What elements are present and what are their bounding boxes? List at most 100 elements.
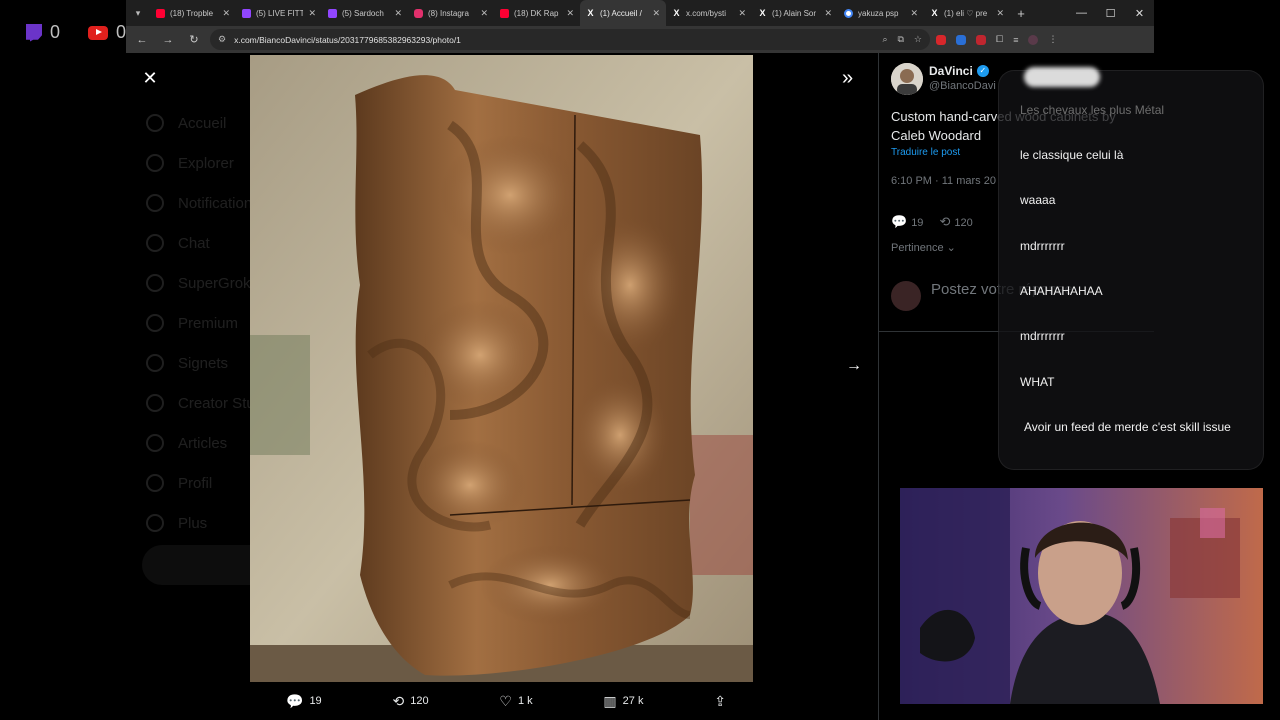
tab-search-button[interactable]: ▾: [126, 0, 150, 26]
media-icon[interactable]: ≡: [1013, 35, 1018, 45]
chat-message: Avoir un feed de merde c'est skill issue: [1024, 420, 1231, 434]
forward-icon[interactable]: →: [158, 34, 178, 46]
wood-cabinet-image: [250, 55, 753, 682]
collapse-panel-icon[interactable]: »: [842, 67, 853, 90]
user-avatar: [891, 281, 921, 311]
chat-message: waaaa: [1020, 193, 1056, 207]
browser-tab-active[interactable]: X (1) Accueil / ✕: [580, 0, 666, 26]
chat-header-pill: [1024, 67, 1100, 87]
share-icon: ⇪: [714, 692, 726, 709]
close-tab-icon[interactable]: ✕: [222, 8, 230, 19]
author-portrait-image: [891, 63, 923, 95]
repost-count[interactable]: ⟲ 120: [939, 214, 972, 230]
browser-tab[interactable]: yakuza psp ✕: [838, 0, 924, 26]
browser-tab[interactable]: (5) Sardoch ✕: [322, 0, 408, 26]
close-tab-icon[interactable]: ✕: [996, 8, 1004, 19]
pdf-extension-icon[interactable]: [936, 34, 946, 45]
close-tab-icon[interactable]: ✕: [652, 8, 660, 19]
instagram-favicon-icon: [414, 8, 423, 18]
youtube-favicon-icon: [156, 8, 165, 18]
site-info-icon[interactable]: ⚙: [218, 34, 226, 45]
chat-message: WHAT: [1020, 375, 1055, 389]
close-tab-icon[interactable]: ✕: [480, 8, 488, 19]
profile-icon: [146, 474, 164, 492]
youtube-icon: [88, 25, 109, 40]
browser-tab[interactable]: Xx.com/bysti ✕: [666, 0, 752, 26]
close-tab-icon[interactable]: ✕: [824, 8, 832, 19]
photo-action-bar: 💬 19 ⟲ 120 ♡ 1 k ▥ 27 k ⇪: [286, 689, 726, 713]
zoom-icon[interactable]: ⌕: [882, 34, 887, 45]
more-icon: [146, 514, 164, 532]
close-tab-icon[interactable]: ✕: [910, 8, 918, 19]
chat-message: mdrrrrrrr: [1020, 329, 1065, 343]
bookmark-star-icon[interactable]: ☆: [914, 34, 922, 45]
bell-icon: [146, 194, 164, 212]
next-photo-arrow-icon[interactable]: →: [846, 357, 862, 375]
back-icon[interactable]: ←: [132, 34, 152, 46]
chat-message: AHAHAHAHAA: [1020, 284, 1103, 298]
chat-message: mdrrrrrrr: [1020, 239, 1065, 253]
youtube-viewer-counter: 0: [88, 22, 126, 43]
reload-icon[interactable]: ↻: [184, 33, 204, 46]
stream-counters: 0 0: [26, 22, 126, 43]
reply-button[interactable]: 💬 19: [286, 693, 322, 710]
minimize-icon[interactable]: —: [1067, 7, 1096, 20]
new-tab-button[interactable]: +: [1010, 6, 1032, 21]
chat-message-faded: Les chevaux les plus Métal: [1020, 103, 1165, 117]
close-tab-icon[interactable]: ✕: [308, 8, 316, 19]
stream-chat-overlay: Les chevaux les plus Métal le classique …: [998, 67, 1264, 470]
close-icon[interactable]: ✕: [140, 68, 160, 89]
reply-count[interactable]: 💬 19: [891, 214, 923, 230]
reply-icon: 💬: [286, 692, 304, 709]
chat-message: le classique celui là: [1020, 148, 1124, 162]
explore-icon: [146, 154, 164, 172]
repost-icon: ⟲: [939, 214, 951, 229]
browser-tab[interactable]: X (1) eli ♡ pre ✕: [924, 0, 1010, 26]
repost-button[interactable]: ⟲ 120: [392, 693, 428, 710]
extensions-area: ⧠ ≡ ⋮: [936, 34, 1057, 45]
like-button[interactable]: ♡ 1 k: [499, 693, 532, 710]
maximize-icon[interactable]: ☐: [1096, 7, 1125, 20]
post-stats: 💬 19 ⟲ 120: [891, 214, 973, 230]
google-favicon-icon: [844, 8, 853, 18]
articles-icon: [146, 434, 164, 452]
profile-avatar[interactable]: [1028, 34, 1039, 45]
close-tab-icon[interactable]: ✕: [566, 8, 574, 19]
author-name[interactable]: DaVinci ✓: [929, 64, 989, 78]
close-tab-icon[interactable]: ✕: [394, 8, 402, 19]
premium-icon: [146, 314, 164, 332]
puzzle-icon[interactable]: ⧠: [996, 34, 1003, 45]
close-tab-icon[interactable]: ✕: [738, 8, 746, 19]
post-photo[interactable]: [250, 55, 753, 682]
address-bar[interactable]: ⚙ x.com/BiancoDavinci/status/20317796853…: [210, 29, 930, 50]
extension-icon[interactable]: [976, 34, 986, 45]
bookmark-icon: [146, 354, 164, 372]
creator-icon: [146, 394, 164, 412]
extension-icon[interactable]: [956, 34, 966, 45]
browser-tab[interactable]: (18) Tropble ✕: [150, 0, 236, 26]
verified-badge-icon: ✓: [976, 65, 989, 77]
author-avatar[interactable]: [891, 63, 923, 95]
sort-dropdown[interactable]: Pertinence ⌄: [891, 241, 956, 254]
screen: 0 0 ▾ (18) Tropble ✕ (5) LIVE FITT ✕ (5) S…: [0, 0, 1280, 720]
author-handle[interactable]: @BiancoDavi: [929, 80, 996, 92]
views-chart-icon: ▥: [603, 692, 617, 709]
install-icon[interactable]: ⧉: [897, 34, 903, 45]
browser-tab[interactable]: (18) DK Rap ✕: [494, 0, 580, 26]
post-timestamp[interactable]: 6:10 PM · 11 mars 20: [891, 175, 996, 187]
twitch-icon: [26, 23, 42, 42]
streamer-webcam-image: [900, 488, 1263, 704]
x-favicon-icon: X: [759, 7, 766, 18]
tab-strip: ▾ (18) Tropble ✕ (5) LIVE FITT ✕ (5) Sardo…: [126, 0, 1154, 26]
translate-link[interactable]: Traduire le post: [891, 147, 960, 158]
views-button[interactable]: ▥ 27 k: [603, 693, 643, 710]
browser-tab[interactable]: (5) LIVE FITT ✕: [236, 0, 322, 26]
browser-tab[interactable]: (8) Instagra ✕: [408, 0, 494, 26]
heart-icon: ♡: [499, 692, 512, 709]
window-controls: — ☐ ✕: [1067, 7, 1154, 20]
menu-kebab-icon[interactable]: ⋮: [1048, 34, 1057, 45]
x-favicon-icon: X: [587, 7, 594, 18]
share-button[interactable]: ⇪: [714, 693, 726, 710]
close-window-icon[interactable]: ✕: [1125, 7, 1154, 20]
browser-tab[interactable]: X (1) Alain Sor ✕: [752, 0, 838, 26]
